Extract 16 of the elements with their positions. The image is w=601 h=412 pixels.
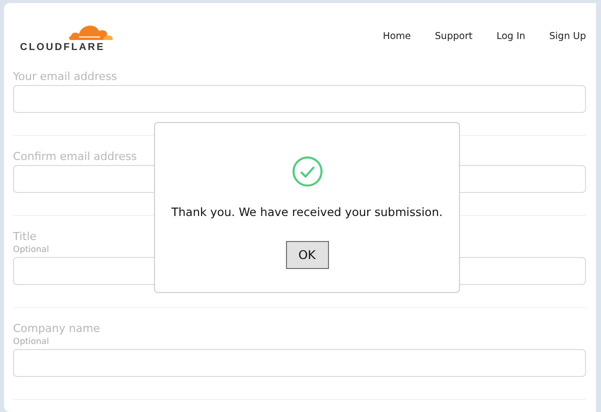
nav-link[interactable]: Sign Up [549, 30, 586, 42]
field-label: Company name [13, 322, 100, 336]
nav-link[interactable]: Home [382, 30, 411, 42]
check-circle-icon [292, 156, 322, 187]
input-field[interactable] [13, 349, 586, 377]
confirmation-message: Thank you. We have received your submission. [171, 205, 443, 219]
ok-button[interactable]: OK [286, 241, 328, 269]
nav-link[interactable]: Support [434, 30, 472, 42]
nav-link[interactable]: Log In [496, 30, 526, 42]
field-label: Title [13, 230, 37, 244]
field-label: Confirm email address [13, 150, 137, 164]
field-label: Your email address [13, 70, 118, 84]
input-field[interactable] [13, 85, 586, 113]
logo-wordmark: CLOUDFLARE [20, 42, 105, 53]
optional-hint: Optional [13, 245, 49, 256]
optional-hint: Optional [13, 337, 49, 348]
